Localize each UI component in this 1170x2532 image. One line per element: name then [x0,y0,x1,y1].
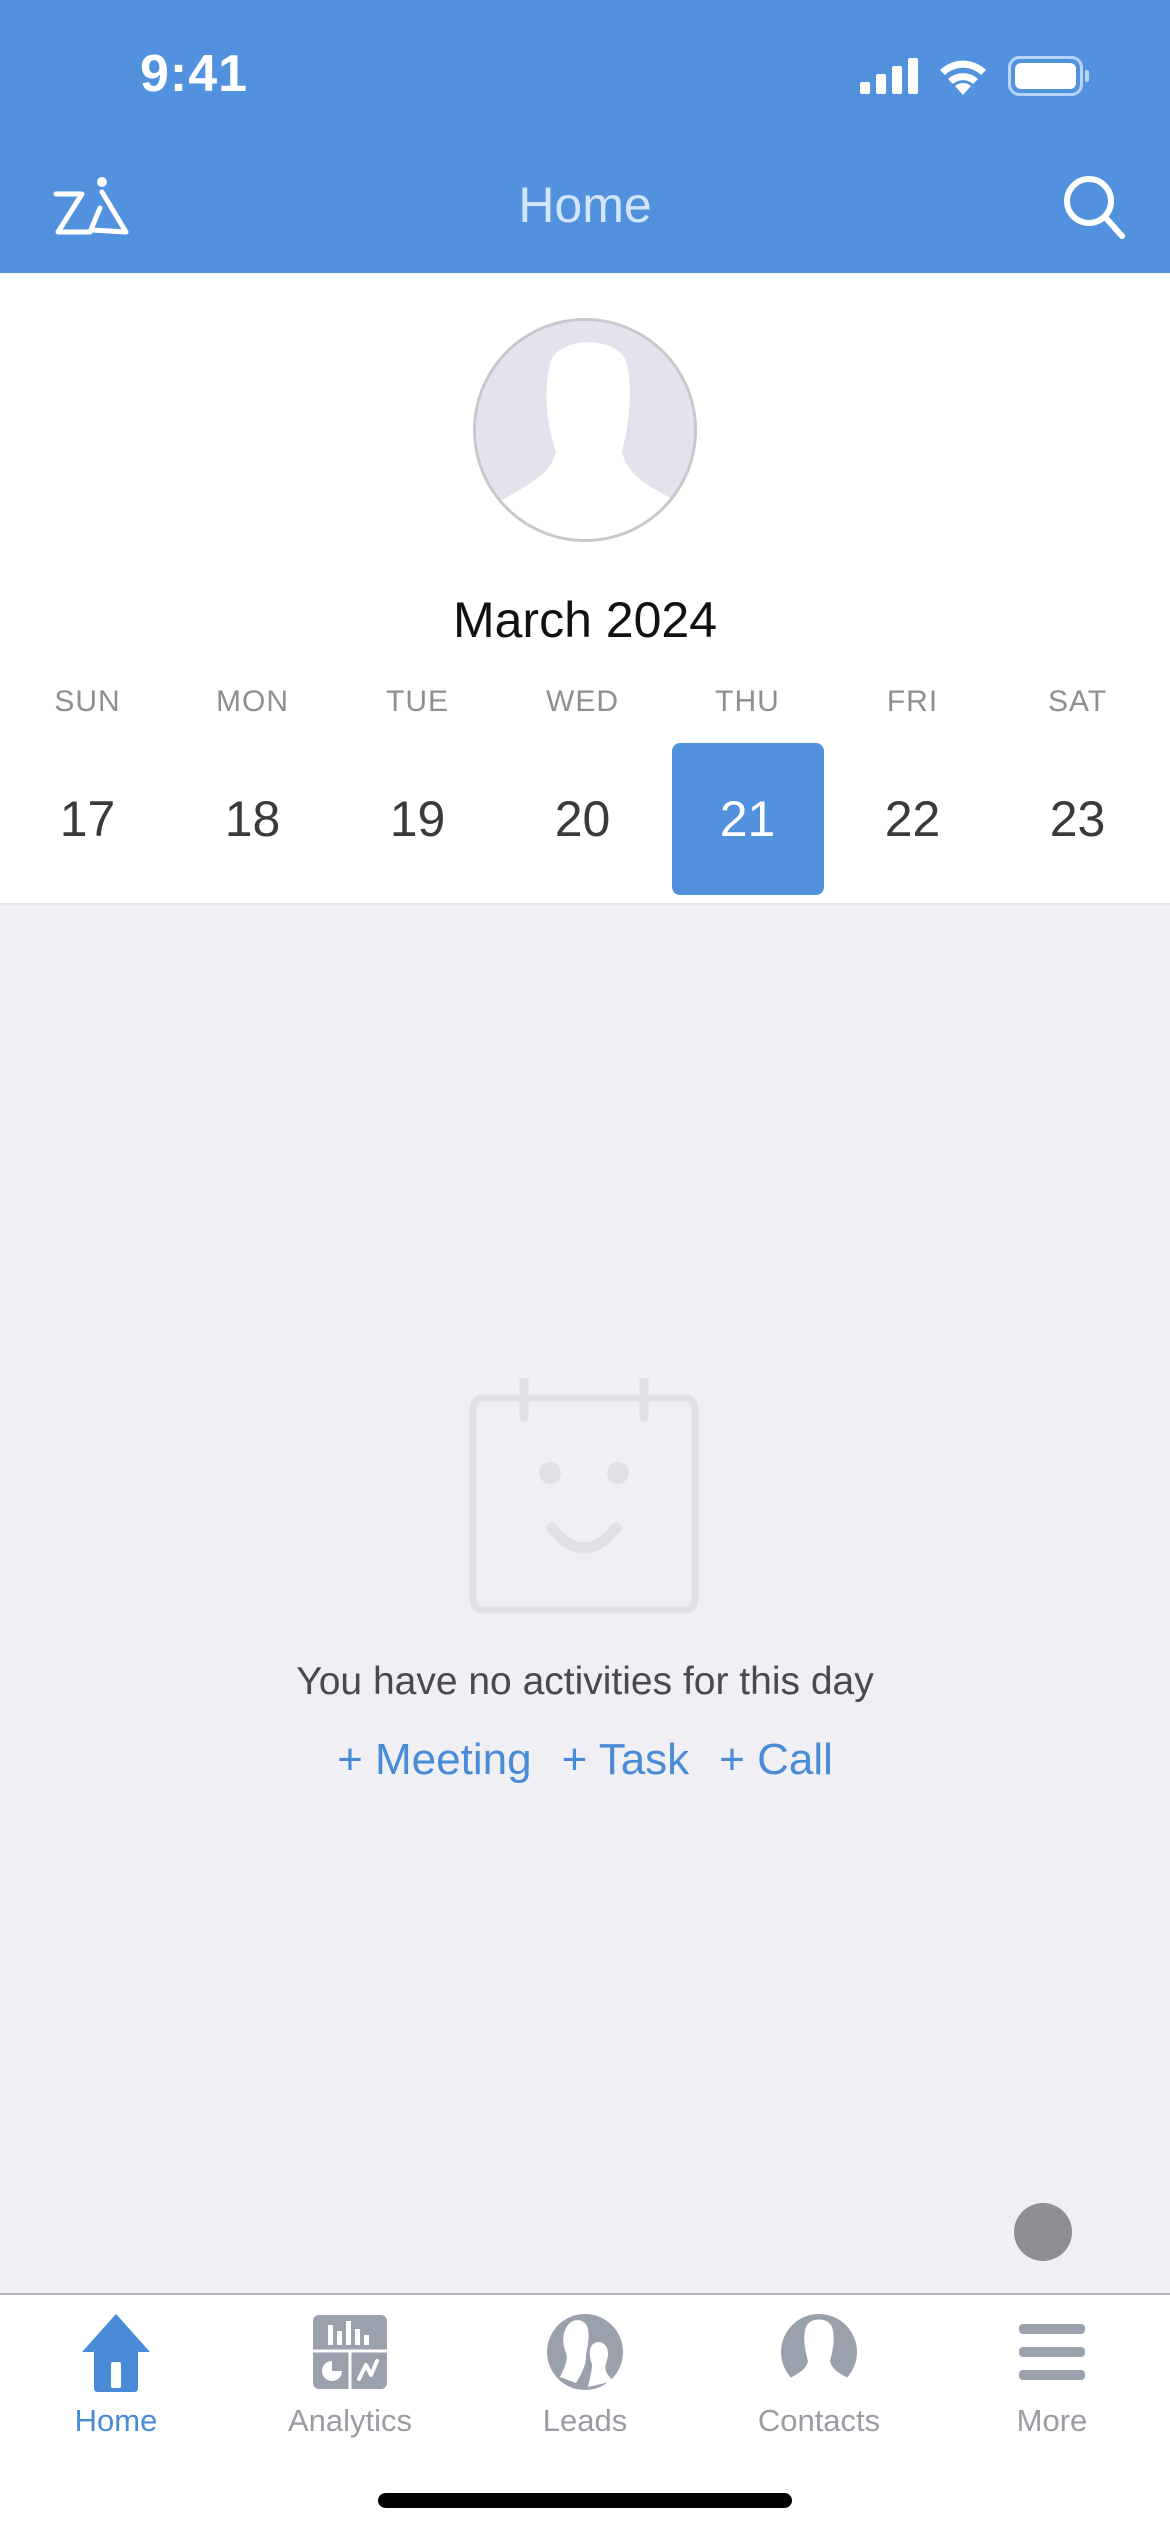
search-icon [1064,176,1125,239]
home-icon [82,2314,150,2392]
tab-contacts[interactable]: Contacts [719,2309,919,2439]
date-cell-selected[interactable]: 21 [671,743,824,895]
menu-icon [1019,2324,1085,2380]
date-cell[interactable]: 19 [335,743,500,895]
tab-home[interactable]: Home [16,2309,216,2439]
floating-action-dot[interactable] [1014,2203,1072,2261]
date-cell[interactable]: 20 [500,743,665,895]
quick-actions: + Meeting + Task + Call [0,1735,1170,1785]
home-indicator [378,2493,792,2508]
tab-label: More [1016,2403,1088,2438]
weekday-label: TUE [386,685,449,718]
date-cell[interactable]: 22 [830,743,995,895]
month-title: March 2024 [452,592,718,648]
weekday-label: SAT [1047,685,1108,718]
user-silhouette-icon [476,321,694,539]
search-button[interactable] [1060,172,1130,242]
contacts-icon [781,2314,857,2391]
date-cell[interactable]: 17 [5,743,170,895]
weekday-label: SUN [54,685,121,718]
calendar-panel: March 2024 SUN MON TUE WED THU FRI SAT 1… [0,273,1170,905]
cellular-signal-icon [860,58,918,94]
tab-more[interactable]: More [952,2309,1152,2439]
empty-state-message: You have no activities for this day [296,1660,874,1703]
date-cell[interactable]: 18 [170,743,335,895]
tab-label: Contacts [757,2403,881,2438]
week-dates-row: 17 18 19 20 21 22 23 [0,743,1170,895]
leads-icon [547,2314,623,2390]
add-call-link[interactable]: + Call [719,1735,833,1785]
tab-label: Leads [542,2403,628,2438]
tab-label: Analytics [287,2403,413,2438]
calendar-smile-icon [469,1378,699,1614]
header: 9:41 Home [0,0,1170,273]
page-title: Home [518,177,652,233]
status-time: 9:41 [140,45,249,103]
status-icons [860,56,1090,96]
add-task-link[interactable]: + Task [562,1735,690,1785]
analytics-icon [313,2315,387,2389]
weekday-label: WED [546,685,619,718]
wifi-icon [940,60,986,95]
tab-analytics[interactable]: Analytics [250,2309,450,2439]
battery-icon [1008,56,1089,96]
add-meeting-link[interactable]: + Meeting [337,1735,531,1785]
date-cell[interactable]: 23 [995,743,1160,895]
weekday-label: FRI [886,685,939,718]
tab-leads[interactable]: Leads [485,2309,685,2439]
weekday-header-row: SUN MON TUE WED THU FRI SAT [0,685,1170,719]
avatar[interactable] [473,318,697,542]
tab-label: Home [74,2403,158,2438]
weekday-label: MON [216,685,289,718]
weekday-label: THU [715,685,780,718]
